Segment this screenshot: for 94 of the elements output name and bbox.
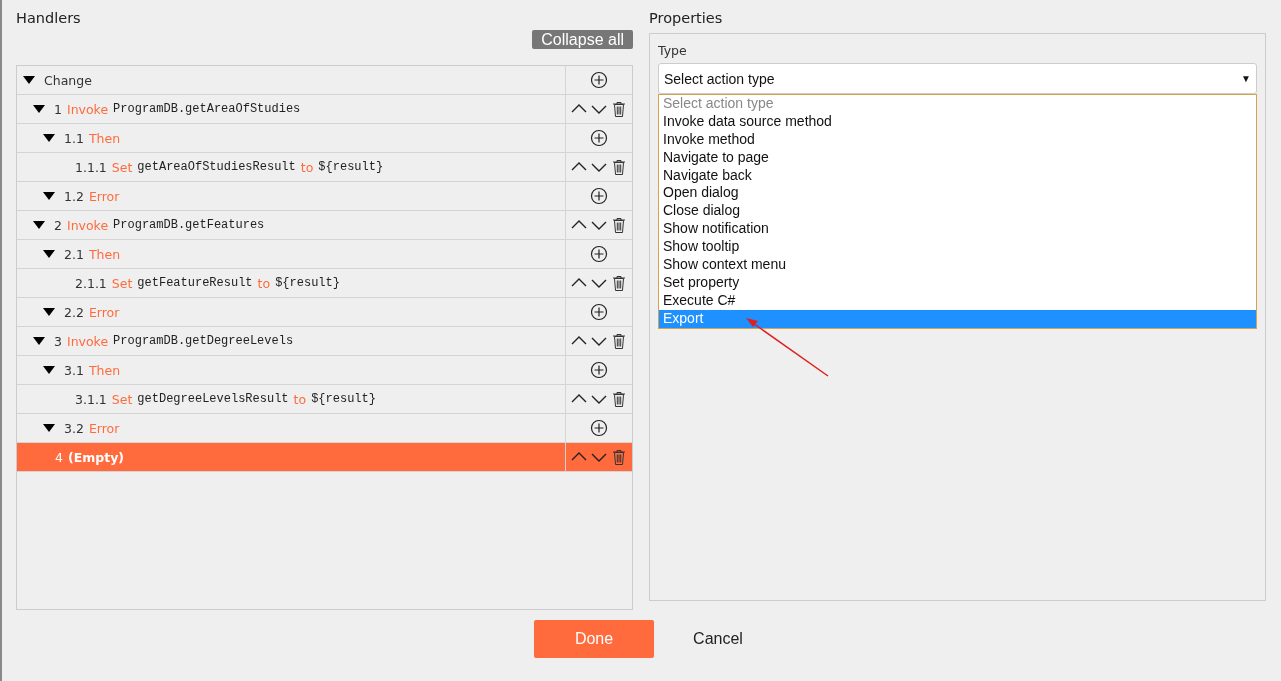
action-keyword: Set bbox=[111, 391, 133, 407]
action-keyword: Then bbox=[88, 246, 121, 262]
dropdown-option[interactable]: Open dialog bbox=[659, 184, 1256, 203]
expand-triangle-icon[interactable] bbox=[33, 105, 45, 113]
step-number: 3.1.1 bbox=[75, 391, 107, 407]
dropdown-option[interactable]: Show context menu bbox=[659, 256, 1256, 274]
expand-triangle-icon[interactable] bbox=[23, 76, 35, 84]
expand-triangle-icon[interactable] bbox=[33, 221, 45, 229]
step-number: 3 bbox=[54, 333, 62, 349]
dropdown-option[interactable]: Navigate back bbox=[659, 166, 1256, 185]
action-keyword: Set bbox=[111, 159, 133, 175]
tree-row[interactable]: 2.1 Then bbox=[17, 240, 632, 269]
tree-row[interactable]: 2.2 Error bbox=[17, 298, 632, 327]
dropdown-option[interactable]: Execute C# bbox=[659, 291, 1256, 310]
step-number: 1.1 bbox=[64, 130, 84, 146]
tree-row[interactable]: 2.1.1 Set getFeatureResult to ${result} bbox=[17, 269, 632, 298]
add-icon[interactable] bbox=[590, 303, 608, 321]
dropdown-option[interactable]: Show tooltip bbox=[659, 238, 1256, 256]
tree-row[interactable]: 3.1 Then bbox=[17, 356, 632, 385]
action-keyword: Invoke bbox=[66, 101, 109, 117]
action-keyword: Error bbox=[88, 420, 120, 436]
expand-triangle-icon[interactable] bbox=[43, 134, 55, 142]
trash-icon[interactable] bbox=[610, 332, 628, 350]
tree-row[interactable]: 1.1.1 Set getAreaOfStudiesResult to ${result} bbox=[17, 153, 632, 182]
action-keyword: Then bbox=[88, 130, 121, 146]
expand-triangle-icon[interactable] bbox=[43, 424, 55, 432]
dropdown-option[interactable]: Navigate to page bbox=[659, 148, 1256, 167]
step-number: 2.1 bbox=[64, 246, 84, 262]
expand-triangle-icon[interactable] bbox=[43, 366, 55, 374]
empty-label: (Empty) bbox=[67, 449, 124, 465]
trash-icon[interactable] bbox=[610, 274, 628, 292]
tree-row[interactable]: 3.2 Error bbox=[17, 414, 632, 443]
code-text: ProgramDB.getAreaOfStudies bbox=[113, 102, 301, 116]
expand-triangle-icon[interactable] bbox=[33, 337, 45, 345]
action-keyword: Invoke bbox=[66, 333, 109, 349]
step-number: 1.2 bbox=[64, 188, 84, 204]
code-text: getDegreeLevelsResult bbox=[137, 392, 289, 406]
tree-row[interactable]: 1 Invoke ProgramDB.getAreaOfStudies bbox=[17, 95, 632, 124]
tree-row[interactable]: 1.1 Then bbox=[17, 124, 632, 153]
step-number: 2.1.1 bbox=[75, 275, 107, 291]
trash-icon[interactable] bbox=[610, 390, 628, 408]
step-number: 1 bbox=[54, 101, 62, 117]
action-keyword: Set bbox=[111, 275, 133, 291]
action-keyword: to bbox=[300, 159, 314, 175]
type-select[interactable]: Select action type ▼ bbox=[658, 63, 1257, 94]
action-keyword: Invoke bbox=[66, 217, 109, 233]
trash-icon[interactable] bbox=[610, 100, 628, 118]
add-icon[interactable] bbox=[590, 361, 608, 379]
dropdown-option[interactable]: Set property bbox=[659, 273, 1256, 292]
step-number: 2 bbox=[54, 217, 62, 233]
dropdown-option[interactable]: Close dialog bbox=[659, 202, 1256, 221]
trash-icon[interactable] bbox=[610, 448, 628, 466]
tree-row[interactable]: 1.2 Error bbox=[17, 182, 632, 211]
step-number: 3.1 bbox=[64, 362, 84, 378]
trash-icon[interactable] bbox=[610, 216, 628, 234]
step-number: 4 bbox=[55, 449, 63, 465]
code-text: getAreaOfStudiesResult bbox=[137, 160, 296, 174]
step-number: 3.2 bbox=[64, 420, 84, 436]
tree-row[interactable]: 3 Invoke ProgramDB.getDegreeLevels bbox=[17, 327, 632, 356]
dropdown-option[interactable]: Show notification bbox=[659, 220, 1256, 239]
step-number: 1.1.1 bbox=[75, 159, 107, 175]
cancel-button[interactable]: Cancel bbox=[678, 620, 758, 658]
dropdown-option[interactable]: Invoke data source method bbox=[659, 112, 1256, 131]
field-label: Type bbox=[658, 43, 688, 60]
code-text: ProgramDB.getDegreeLevels bbox=[113, 334, 294, 348]
add-icon[interactable] bbox=[590, 71, 608, 89]
action-keyword: to bbox=[257, 275, 271, 291]
code-text: ProgramDB.getFeatures bbox=[113, 218, 265, 232]
action-keyword: Error bbox=[88, 304, 120, 320]
add-icon[interactable] bbox=[590, 245, 608, 263]
dropdown-option[interactable]: Invoke method bbox=[659, 130, 1256, 149]
trash-icon[interactable] bbox=[610, 158, 628, 176]
action-keyword: Error bbox=[88, 188, 120, 204]
add-icon[interactable] bbox=[590, 419, 608, 437]
tree-row[interactable]: 2 Invoke ProgramDB.getFeatures bbox=[17, 211, 632, 240]
add-icon[interactable] bbox=[590, 187, 608, 205]
step-number: 2.2 bbox=[64, 304, 84, 320]
expand-triangle-icon[interactable] bbox=[43, 250, 55, 258]
expand-triangle-icon[interactable] bbox=[43, 308, 55, 316]
panel-title: Handlers bbox=[16, 10, 82, 28]
collapse-all-button[interactable]: Collapse all bbox=[532, 30, 633, 49]
add-icon[interactable] bbox=[590, 129, 608, 147]
panel-title: Properties bbox=[649, 10, 724, 28]
code-text: getFeatureResult bbox=[137, 276, 253, 290]
action-keyword: Then bbox=[88, 362, 121, 378]
dropdown-arrow-icon: ▼ bbox=[1241, 73, 1251, 84]
action-keyword: to bbox=[293, 391, 307, 407]
code-text: ${result} bbox=[318, 160, 384, 174]
expand-triangle-icon[interactable] bbox=[43, 192, 55, 200]
code-text: ${result} bbox=[311, 392, 376, 406]
tree-row[interactable]: 3.1.1 Set getDegreeLevelsResult to ${result} bbox=[17, 385, 632, 414]
tree-row[interactable]: Change bbox=[17, 66, 632, 95]
tree-label: Change bbox=[44, 72, 92, 88]
code-text: ${result} bbox=[275, 276, 340, 290]
